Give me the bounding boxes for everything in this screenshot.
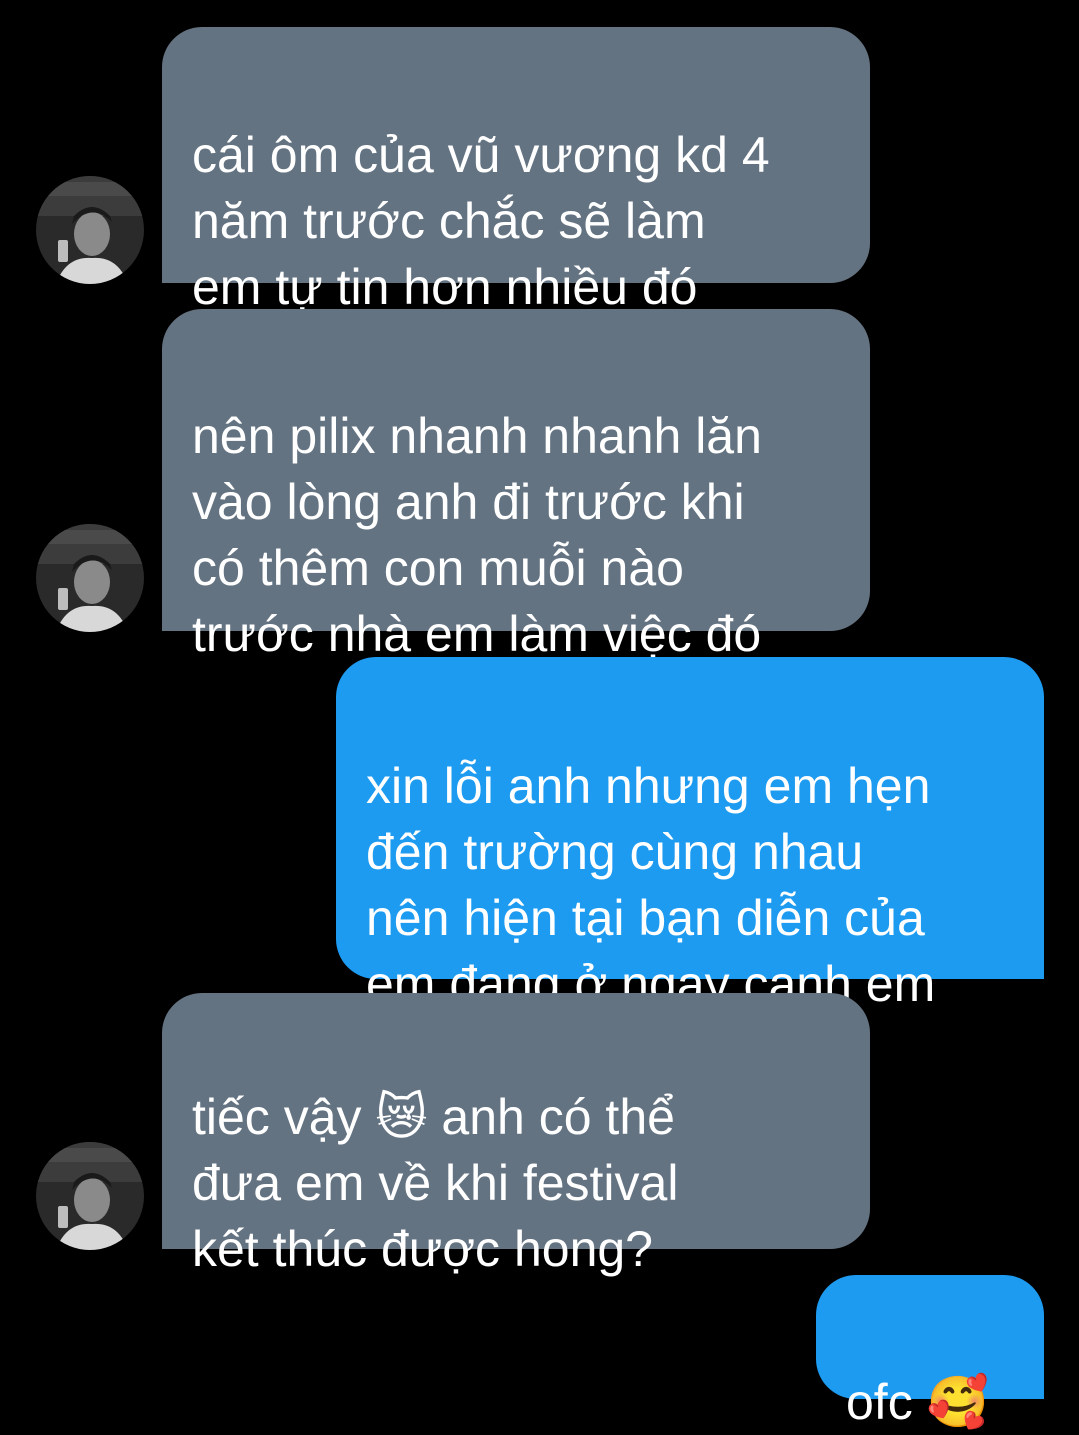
message-bubble-received[interactable]: nên pilix nhanh nhanh lăn vào lòng anh đ… xyxy=(162,309,870,662)
avatar[interactable] xyxy=(36,524,144,632)
avatar-photo-icon xyxy=(36,524,144,632)
message-bubble-sent[interactable]: ofc 🥰 xyxy=(816,1275,1044,1430)
message-bubble-sent[interactable]: xin lỗi anh nhưng em hẹn đến trường cùng… xyxy=(336,657,1044,1012)
avatar[interactable] xyxy=(36,1142,144,1250)
message-bubble-received[interactable]: tiếc vậy 😿 anh có thể đưa em về khi fest… xyxy=(162,993,870,1277)
message-text: xin lỗi anh nhưng em hẹn đến trường cùng… xyxy=(366,758,936,1012)
message-text: tiếc vậy 😿 anh có thể đưa em về khi fest… xyxy=(192,1089,679,1277)
avatar[interactable] xyxy=(36,176,144,284)
message-bubble-received[interactable]: cái ôm của vũ vương kd 4 năm trước chắc … xyxy=(162,27,870,315)
message-text: ofc 🥰 xyxy=(846,1374,989,1430)
avatar-photo-icon xyxy=(36,176,144,284)
message-text: cái ôm của vũ vương kd 4 năm trước chắc … xyxy=(192,127,770,315)
message-text: nên pilix nhanh nhanh lăn vào lòng anh đ… xyxy=(192,408,762,662)
avatar-photo-icon xyxy=(36,1142,144,1250)
